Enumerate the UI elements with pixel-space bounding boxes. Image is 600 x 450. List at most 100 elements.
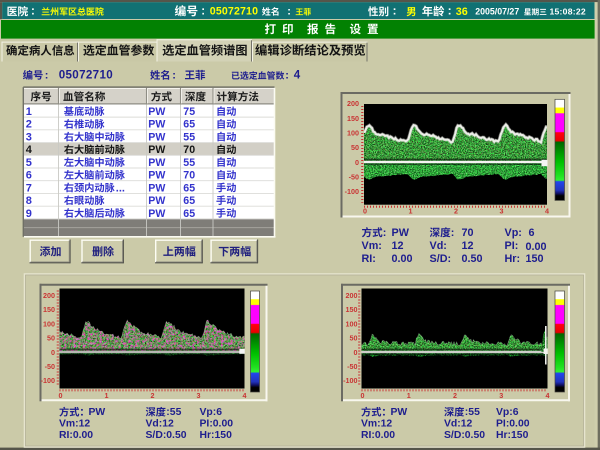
svg-text:65: 65 — [183, 182, 195, 194]
svg-text:Vm:: Vm: — [362, 240, 382, 252]
svg-text:150: 150 — [43, 305, 55, 314]
svg-text:70: 70 — [462, 227, 474, 239]
svg-text:2005/07/27: 2005/07/27 — [475, 6, 519, 16]
svg-text:S/D:: S/D: — [430, 253, 452, 265]
svg-text:150: 150 — [346, 305, 358, 314]
svg-text:4: 4 — [26, 144, 33, 156]
svg-text:RI:: RI: — [362, 253, 376, 265]
svg-text:55: 55 — [468, 407, 480, 418]
svg-text:55: 55 — [183, 157, 195, 169]
svg-text::: : — [448, 4, 452, 18]
svg-text:...: ... — [116, 182, 125, 194]
svg-text:150: 150 — [526, 253, 544, 265]
svg-text:50: 50 — [47, 334, 55, 343]
svg-text:Vp:: Vp: — [505, 227, 522, 239]
svg-text:Vd:12: Vd:12 — [146, 419, 175, 430]
svg-text:Vm:12: Vm:12 — [361, 419, 392, 430]
svg-text:4: 4 — [243, 391, 247, 400]
svg-text:150: 150 — [347, 114, 359, 123]
svg-text:100: 100 — [43, 319, 55, 328]
svg-text:55: 55 — [183, 131, 195, 143]
svg-text:0: 0 — [361, 391, 365, 400]
svg-text:PW: PW — [148, 119, 165, 131]
svg-text:100: 100 — [347, 129, 359, 138]
svg-text:Vd:: Vd: — [430, 240, 447, 252]
svg-text:6: 6 — [529, 227, 535, 239]
svg-text:2: 2 — [26, 119, 32, 131]
svg-text:70: 70 — [183, 144, 195, 156]
svg-text:75: 75 — [183, 106, 195, 118]
svg-text:05072710: 05072710 — [210, 6, 258, 18]
svg-text:65: 65 — [183, 119, 195, 131]
svg-text:50: 50 — [350, 334, 358, 343]
svg-text:PW: PW — [148, 144, 165, 156]
svg-text:RI:0.00: RI:0.00 — [59, 430, 93, 441]
svg-text:0: 0 — [363, 207, 367, 216]
svg-text:PW: PW — [148, 182, 165, 194]
svg-text:2: 2 — [453, 391, 457, 400]
svg-text:15:08:22: 15:08:22 — [550, 6, 586, 16]
svg-text:PW: PW — [392, 227, 410, 239]
svg-text:0: 0 — [51, 348, 55, 357]
svg-text:12: 12 — [392, 240, 404, 252]
svg-text::: : — [285, 69, 289, 81]
svg-text:S/D:0.50: S/D:0.50 — [444, 430, 485, 441]
svg-text:-50: -50 — [349, 172, 359, 181]
svg-text:PW: PW — [148, 131, 165, 143]
svg-text:0.00: 0.00 — [526, 241, 547, 253]
svg-text:3: 3 — [499, 391, 503, 400]
svg-text:2: 2 — [151, 391, 155, 400]
svg-text:3: 3 — [26, 131, 32, 143]
svg-text:05072710: 05072710 — [59, 68, 113, 81]
svg-text:PW: PW — [148, 157, 165, 169]
svg-text::: : — [383, 227, 387, 239]
svg-text::: : — [172, 69, 176, 81]
svg-text:1: 1 — [26, 106, 32, 118]
svg-text::: : — [451, 227, 455, 239]
svg-text:-50: -50 — [347, 362, 357, 371]
svg-text:Vp:6: Vp:6 — [496, 407, 519, 418]
svg-text:PI:0.00: PI:0.00 — [200, 419, 234, 430]
svg-text:Vd:12: Vd:12 — [444, 419, 473, 430]
svg-text:3: 3 — [500, 207, 504, 216]
svg-text:1: 1 — [409, 207, 413, 216]
svg-text:-50: -50 — [45, 362, 55, 371]
svg-text:Vp:6: Vp:6 — [200, 407, 223, 418]
svg-text:0.00: 0.00 — [392, 253, 413, 265]
svg-text:-100: -100 — [41, 376, 55, 385]
svg-text:-100: -100 — [345, 187, 359, 196]
svg-text:Hr:150: Hr:150 — [496, 430, 529, 441]
svg-text:12: 12 — [462, 240, 474, 252]
svg-text:200: 200 — [347, 99, 359, 108]
svg-text:Hr:: Hr: — [505, 253, 521, 265]
svg-text:0: 0 — [59, 391, 63, 400]
svg-text:200: 200 — [43, 291, 55, 300]
svg-text::: : — [287, 6, 291, 18]
svg-text:50: 50 — [351, 143, 359, 152]
svg-text:3: 3 — [197, 391, 201, 400]
svg-text:100: 100 — [346, 319, 358, 328]
svg-text::: : — [393, 6, 397, 18]
svg-text:PW: PW — [391, 407, 408, 418]
svg-text:4: 4 — [546, 391, 550, 400]
svg-text:PW: PW — [148, 170, 165, 182]
svg-text:PW: PW — [148, 208, 165, 220]
svg-text:0: 0 — [354, 348, 358, 357]
svg-text:PW: PW — [148, 106, 165, 118]
svg-text:6: 6 — [26, 170, 32, 182]
svg-text:55: 55 — [170, 407, 182, 418]
svg-text:1: 1 — [105, 391, 109, 400]
svg-text:9: 9 — [26, 208, 32, 220]
svg-text:4: 4 — [294, 68, 301, 81]
svg-text:5: 5 — [26, 157, 32, 169]
svg-text:Hr:150: Hr:150 — [200, 430, 233, 441]
svg-text:36: 36 — [456, 6, 468, 18]
svg-text::: : — [45, 69, 49, 81]
svg-text:65: 65 — [183, 208, 195, 220]
svg-text:PI:0.00: PI:0.00 — [496, 419, 530, 430]
svg-text:S/D:0.50: S/D:0.50 — [146, 430, 187, 441]
svg-text:PW: PW — [89, 407, 106, 418]
svg-text:-100: -100 — [343, 376, 357, 385]
svg-text::: : — [31, 6, 35, 18]
svg-text:70: 70 — [183, 170, 195, 182]
